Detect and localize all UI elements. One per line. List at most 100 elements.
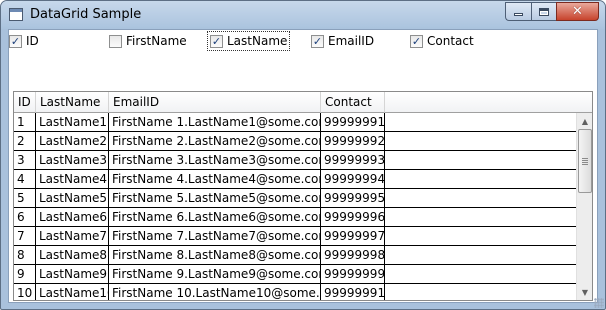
cell-lastname[interactable]: LastName9: [36, 265, 109, 284]
check-icon: ✓: [211, 34, 222, 48]
close-icon: ✕: [572, 4, 583, 19]
cell-lastname[interactable]: LastName4: [36, 170, 109, 189]
column-header-filler: [385, 92, 577, 113]
toggle-contact-label: Contact: [427, 34, 474, 48]
grid-body: ID LastName EmailID Contact 1 LastName1 Fi…: [14, 92, 577, 300]
toggle-lastname[interactable]: ✓ LastName: [207, 31, 291, 51]
cell-emailid[interactable]: FirstName 8.LastName8@some.com: [109, 246, 321, 265]
header-corner: [576, 92, 592, 113]
cell-lastname[interactable]: LastName3: [36, 151, 109, 170]
cell-contact[interactable]: 99999991: [321, 113, 385, 132]
cell-id[interactable]: 2: [14, 132, 36, 151]
table-row[interactable]: 6 LastName6 FirstName 6.LastName6@some.com…: [14, 208, 577, 227]
check-icon: ✓: [411, 34, 422, 48]
cell-emailid[interactable]: FirstName 4.LastName4@some.com: [109, 170, 321, 189]
cell-lastname[interactable]: LastName5: [36, 189, 109, 208]
cell-contact[interactable]: 99999998: [321, 246, 385, 265]
data-grid[interactable]: ID LastName EmailID Contact 1 LastName1 Fi…: [13, 91, 593, 301]
cell-filler: [385, 208, 577, 227]
maximize-button[interactable]: [531, 2, 556, 21]
maximize-icon: [539, 7, 549, 16]
cell-id[interactable]: 4: [14, 170, 36, 189]
column-header-lastname[interactable]: LastName: [36, 92, 109, 113]
checkbox-emailid[interactable]: ✓: [311, 34, 324, 48]
cell-id[interactable]: 3: [14, 151, 36, 170]
cell-filler: [385, 227, 577, 246]
cell-id[interactable]: 5: [14, 189, 36, 208]
scroll-thumb[interactable]: [578, 129, 592, 193]
cell-id[interactable]: 10: [14, 284, 36, 300]
column-header-contact[interactable]: Contact: [321, 92, 385, 113]
toggle-id-label: ID: [26, 34, 39, 48]
cell-filler: [385, 246, 577, 265]
column-header-id[interactable]: ID: [14, 92, 36, 113]
table-row[interactable]: 8 LastName8 FirstName 8.LastName8@some.com…: [14, 246, 577, 265]
checkbox-lastname[interactable]: ✓: [210, 34, 223, 48]
cell-contact[interactable]: 99999994: [321, 170, 385, 189]
cell-id[interactable]: 6: [14, 208, 36, 227]
vertical-scrollbar[interactable]: ▲ ▼: [576, 113, 592, 300]
cell-emailid[interactable]: FirstName 2.LastName2@some.com: [109, 132, 321, 151]
checkbox-firstname[interactable]: [109, 34, 122, 48]
checkbox-contact[interactable]: ✓: [410, 34, 423, 48]
minimize-icon: [514, 13, 523, 16]
toggle-firstname-label: FirstName: [126, 34, 187, 48]
cell-contact[interactable]: 99999993: [321, 151, 385, 170]
cell-id[interactable]: 1: [14, 113, 36, 132]
caption-buttons: ✕: [505, 2, 599, 21]
cell-emailid[interactable]: FirstName 5.LastName5@some.com: [109, 189, 321, 208]
scroll-down-button[interactable]: ▼: [577, 284, 592, 300]
cell-lastname[interactable]: LastName10: [36, 284, 109, 300]
toggle-contact[interactable]: ✓ Contact: [410, 32, 474, 50]
scroll-up-icon: ▲: [581, 116, 589, 126]
cell-lastname[interactable]: LastName6: [36, 208, 109, 227]
cell-filler: [385, 151, 577, 170]
cell-contact[interactable]: 99999999: [321, 265, 385, 284]
cell-emailid[interactable]: FirstName 3.LastName3@some.com: [109, 151, 321, 170]
cell-filler: [385, 265, 577, 284]
cell-contact[interactable]: 99999997: [321, 227, 385, 246]
table-row[interactable]: 7 LastName7 FirstName 7.LastName7@some.com…: [14, 227, 577, 246]
cell-filler: [385, 132, 577, 151]
cell-emailid[interactable]: FirstName 6.LastName6@some.com: [109, 208, 321, 227]
close-button[interactable]: ✕: [556, 2, 599, 21]
table-row[interactable]: 3 LastName3 FirstName 3.LastName3@some.com…: [14, 151, 577, 170]
cell-lastname[interactable]: LastName7: [36, 227, 109, 246]
cell-emailid[interactable]: FirstName 7.LastName7@some.com: [109, 227, 321, 246]
column-header-emailid[interactable]: EmailID: [109, 92, 321, 113]
cell-contact[interactable]: 99999992: [321, 132, 385, 151]
cell-id[interactable]: 7: [14, 227, 36, 246]
cell-id[interactable]: 9: [14, 265, 36, 284]
cell-contact[interactable]: 99999995: [321, 189, 385, 208]
cell-lastname[interactable]: LastName8: [36, 246, 109, 265]
table-row[interactable]: 2 LastName2 FirstName 2.LastName2@some.com…: [14, 132, 577, 151]
minimize-button[interactable]: [505, 2, 531, 21]
cell-emailid[interactable]: FirstName 1.LastName1@some.com: [109, 113, 321, 132]
cell-filler: [385, 284, 577, 300]
grid-header-row: ID LastName EmailID Contact: [14, 92, 577, 113]
scroll-down-icon: ▼: [581, 287, 589, 297]
toggle-emailid[interactable]: ✓ EmailID: [311, 32, 374, 50]
table-row[interactable]: 9 LastName9 FirstName 9.LastName9@some.com…: [14, 265, 577, 284]
toggle-lastname-label: LastName: [227, 34, 288, 48]
table-row[interactable]: 10 LastName10 FirstName 10.LastName10@some…: [14, 284, 577, 300]
cell-lastname[interactable]: LastName2: [36, 132, 109, 151]
checkbox-id[interactable]: ✓: [9, 34, 22, 48]
table-row[interactable]: 4 LastName4 FirstName 4.LastName4@some.com…: [14, 170, 577, 189]
cell-emailid[interactable]: FirstName 9.LastName9@some.com: [109, 265, 321, 284]
app-window: DataGrid Sample ✕ ✓ ID FirstName ✓ LastN…: [0, 0, 606, 310]
cell-contact[interactable]: 99999996: [321, 208, 385, 227]
resize-grip[interactable]: [594, 298, 604, 308]
toggle-firstname[interactable]: FirstName: [109, 32, 187, 50]
cell-id[interactable]: 8: [14, 246, 36, 265]
app-window-icon: [9, 8, 23, 21]
table-row[interactable]: 5 LastName5 FirstName 5.LastName5@some.com…: [14, 189, 577, 208]
cell-contact[interactable]: 999999910: [321, 284, 385, 300]
table-row[interactable]: 1 LastName1 FirstName 1.LastName1@some.com…: [14, 113, 577, 132]
cell-emailid[interactable]: FirstName 10.LastName10@some.com: [109, 284, 321, 300]
toggle-emailid-label: EmailID: [328, 34, 375, 48]
toggle-id[interactable]: ✓ ID: [9, 32, 39, 50]
title-bar[interactable]: DataGrid Sample ✕: [1, 1, 605, 29]
cell-lastname[interactable]: LastName1: [36, 113, 109, 132]
scroll-up-button[interactable]: ▲: [577, 113, 592, 129]
